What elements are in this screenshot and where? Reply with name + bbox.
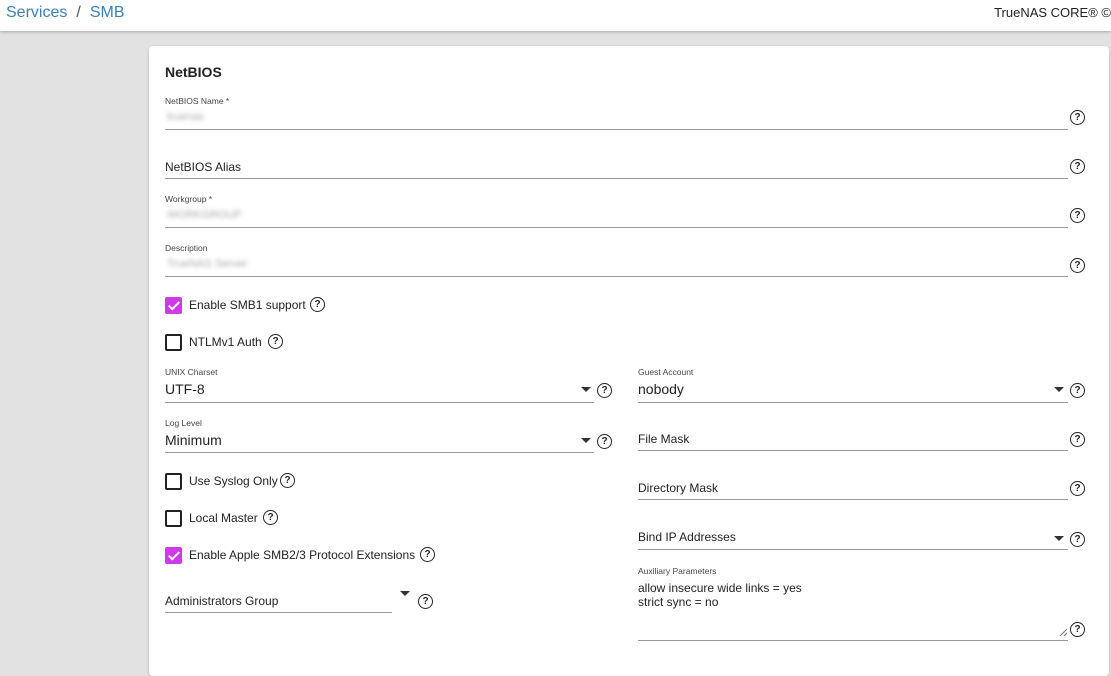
help-circle-icon[interactable]: ? bbox=[280, 473, 295, 488]
description-underline bbox=[165, 276, 1068, 277]
help-circle-icon[interactable]: ? bbox=[1070, 383, 1085, 398]
help-circle-icon[interactable]: ? bbox=[597, 383, 612, 398]
help-circle-icon[interactable]: ? bbox=[268, 334, 283, 349]
resize-handle-icon[interactable] bbox=[1059, 628, 1067, 636]
dropdown-arrow-icon[interactable] bbox=[1054, 387, 1064, 392]
administrators-group-input[interactable]: Administrators Group bbox=[165, 594, 278, 608]
help-circle-icon[interactable]: ? bbox=[1070, 532, 1085, 547]
product-name: TrueNAS CORE® © bbox=[994, 5, 1111, 20]
netbios-alias-underline bbox=[165, 178, 1068, 179]
help-circle-icon[interactable]: ? bbox=[1070, 159, 1085, 174]
ntlmv1-checkbox[interactable] bbox=[165, 334, 182, 351]
netbios-name-underline bbox=[165, 129, 1068, 130]
section-title: NetBIOS bbox=[165, 64, 222, 80]
smb1-checkbox[interactable] bbox=[165, 297, 182, 314]
description-input[interactable]: TrueNAS Server bbox=[167, 258, 247, 270]
syslog-only-label: Use Syslog Only bbox=[189, 474, 278, 488]
breadcrumb-separator: / bbox=[76, 4, 81, 21]
unix-charset-select[interactable]: UTF-8 bbox=[165, 381, 205, 397]
workgroup-label: Workgroup * bbox=[165, 194, 213, 204]
help-circle-icon[interactable]: ? bbox=[310, 297, 325, 312]
smb1-label: Enable SMB1 support bbox=[189, 298, 306, 312]
dropdown-arrow-icon[interactable] bbox=[400, 591, 410, 596]
file-mask-underline bbox=[638, 450, 1068, 451]
help-circle-icon[interactable]: ? bbox=[1070, 481, 1085, 496]
help-circle-icon[interactable]: ? bbox=[1070, 208, 1085, 223]
auxiliary-parameters-underline bbox=[638, 640, 1068, 641]
ntlmv1-label: NTLMv1 Auth bbox=[189, 335, 262, 349]
help-circle-icon[interactable]: ? bbox=[1070, 432, 1085, 447]
help-circle-icon[interactable]: ? bbox=[418, 594, 433, 609]
dropdown-arrow-icon[interactable] bbox=[581, 438, 591, 443]
description-label: Description bbox=[165, 243, 208, 253]
help-circle-icon[interactable]: ? bbox=[1070, 258, 1085, 273]
guest-account-underline bbox=[638, 402, 1068, 403]
administrators-group-underline bbox=[165, 612, 392, 613]
guest-account-select[interactable]: nobody bbox=[638, 381, 684, 397]
file-mask-input[interactable]: File Mask bbox=[638, 432, 689, 446]
breadcrumb: Services / SMB bbox=[6, 4, 124, 22]
breadcrumb-services-link[interactable]: Services bbox=[6, 4, 67, 21]
help-circle-icon[interactable]: ? bbox=[1070, 622, 1085, 637]
dropdown-arrow-icon[interactable] bbox=[581, 387, 591, 392]
smb-settings-card: NetBIOS NetBIOS Name * truenas ? NetBIOS… bbox=[149, 46, 1109, 676]
dropdown-arrow-icon[interactable] bbox=[1054, 536, 1064, 541]
workgroup-input[interactable]: WORKGROUP bbox=[167, 209, 242, 221]
guest-account-label: Guest Account bbox=[638, 367, 694, 377]
bind-ip-underline bbox=[638, 549, 1068, 550]
bind-ip-select[interactable]: Bind IP Addresses bbox=[638, 530, 736, 544]
netbios-name-input[interactable]: truenas bbox=[167, 111, 204, 123]
log-level-label: Log Level bbox=[165, 418, 202, 428]
local-master-label: Local Master bbox=[189, 511, 258, 525]
breadcrumb-smb-link[interactable]: SMB bbox=[90, 4, 125, 21]
help-circle-icon[interactable]: ? bbox=[1070, 110, 1085, 125]
log-level-underline bbox=[165, 452, 594, 453]
log-level-select[interactable]: Minimum bbox=[165, 432, 222, 448]
netbios-alias-input[interactable]: NetBIOS Alias bbox=[165, 160, 241, 174]
workgroup-underline bbox=[165, 227, 1068, 228]
unix-charset-label: UNIX Charset bbox=[165, 367, 218, 377]
directory-mask-input[interactable]: Directory Mask bbox=[638, 481, 718, 495]
directory-mask-underline bbox=[638, 499, 1068, 500]
netbios-name-label: NetBIOS Name * bbox=[165, 96, 230, 106]
help-circle-icon[interactable]: ? bbox=[420, 547, 435, 562]
auxiliary-parameters-label: Auxiliary Parameters bbox=[638, 566, 717, 576]
syslog-only-checkbox[interactable] bbox=[165, 473, 182, 490]
help-circle-icon[interactable]: ? bbox=[263, 510, 278, 525]
apple-extensions-label: Enable Apple SMB2/3 Protocol Extensions bbox=[189, 548, 416, 562]
unix-charset-underline bbox=[165, 402, 594, 403]
apple-extensions-checkbox[interactable] bbox=[165, 547, 182, 564]
help-circle-icon[interactable]: ? bbox=[597, 434, 612, 449]
auxiliary-parameters-textarea[interactable]: allow insecure wide links = yes strict s… bbox=[638, 581, 802, 609]
local-master-checkbox[interactable] bbox=[165, 510, 182, 527]
top-bar: Services / SMB TrueNAS CORE® © bbox=[0, 0, 1111, 31]
